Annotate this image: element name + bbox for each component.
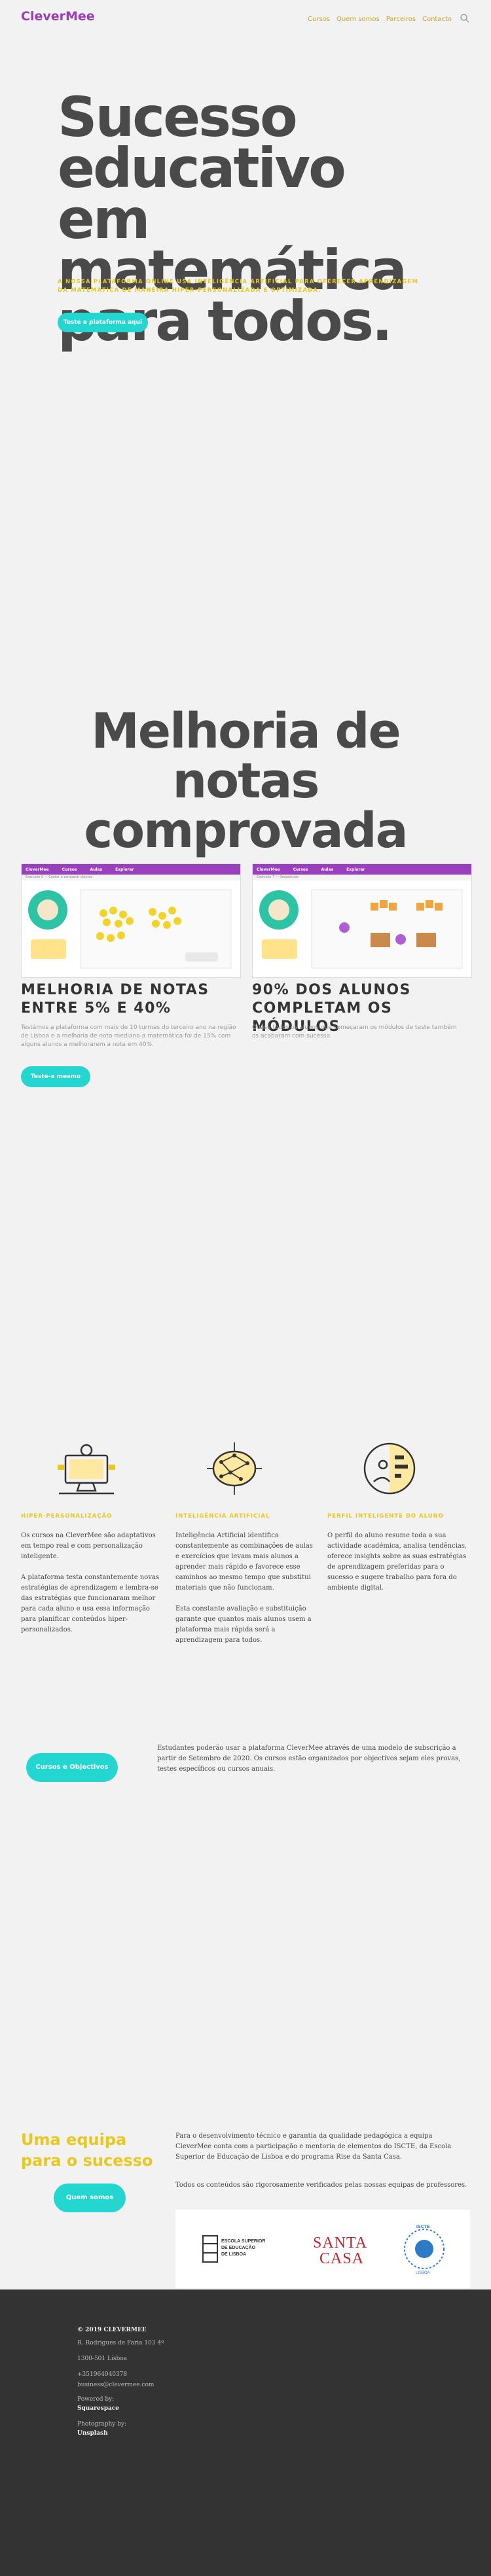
iscte-logo: ISCTE LISBOA	[404, 2225, 445, 2275]
team-title: Uma equipa para o sucesso	[21, 2131, 153, 2170]
screenshot-tab: Explorar	[115, 867, 134, 872]
platform-screenshot-2: CleverMee Cursos Aulas Explorar Exercíci…	[252, 863, 472, 978]
footer-copyright: © 2019 CLEVERMEE	[77, 2327, 147, 2333]
try-platform-button[interactable]: Teste a plataforma aqui	[58, 313, 148, 332]
footer-phone[interactable]: +351964940378	[77, 2371, 127, 2379]
screenshot-crumb: Exercício 7 — Sequências	[253, 875, 471, 880]
partner-logos: ESCOLA SUPERIOR DE EDUCAÇÃO DE LISBOA SA…	[175, 2210, 470, 2288]
screenshot-tab: Explorar	[346, 867, 365, 872]
nav-item-cursos[interactable]: Cursos	[308, 16, 330, 23]
footer-photo-link[interactable]: Unsplash	[77, 2429, 108, 2438]
platform-screenshot-1: CleverMee Cursos Aulas Explorar Exercíci…	[21, 863, 241, 978]
card-title-grades: Melhoria de notas entre 5% e 40%	[21, 982, 209, 1017]
footer-address-line2: 1300-501 Lisboa	[77, 2356, 128, 2362]
screenshot-tab: Cursos	[293, 867, 308, 872]
screenshot-tab: Aulas	[321, 867, 334, 872]
hero-title: Sucesso educativo em matemática para tod…	[58, 85, 407, 353]
team-paragraph: Todos os conteúdos são rigorosamente ver…	[175, 2182, 467, 2189]
feature-text-ai: Inteligência Artificial identifica const…	[175, 1531, 316, 1646]
try-it-button[interactable]: Teste-a mesmo	[21, 1066, 90, 1087]
footer-photo-label: Photography by:	[77, 2421, 127, 2428]
screenshot-app-bar: CleverMee Cursos Aulas Explorar	[253, 864, 471, 875]
eselx-logo-line: DE EDUCAÇÃO	[221, 2244, 256, 2250]
iscte-logo-line: LISBOA	[416, 2271, 430, 2275]
card-text-grades: Testámos a plataforma com mais de 10 tur…	[21, 1024, 236, 1048]
site-footer: © 2019 CLEVERMEE R. Rodrigues de Faria 1…	[0, 2289, 491, 2576]
nav-item-parceiros[interactable]: Parceiros	[386, 16, 416, 23]
screenshot-tab: Cursos	[62, 867, 77, 872]
feature-paragraph: Inteligência Artificial identifica const…	[175, 1532, 313, 1592]
screenshot-app-bar: CleverMee Cursos Aulas Explorar	[22, 864, 240, 875]
eselx-logo-line: DE LISBOA	[221, 2252, 246, 2257]
footer-powered-label: Powered by:	[77, 2396, 115, 2403]
lesson-illustration	[259, 889, 463, 969]
footer-address-line1: R. Rodrigues de Faria 103 4º	[77, 2340, 164, 2346]
footer-email[interactable]: business@clevermee.com	[77, 2381, 154, 2390]
computer-learner-icon	[58, 1444, 115, 1495]
search-icon[interactable]	[460, 13, 470, 24]
santa-casa-logo-line: SANTA	[313, 2235, 367, 2252]
site-header: CleverMee Cursos Quem somos Parceiros Co…	[0, 0, 491, 41]
eselx-logo-line: ESCOLA SUPERIOR	[221, 2239, 265, 2244]
nav-item-contacto[interactable]: Contacto	[422, 16, 452, 23]
lesson-illustration	[28, 889, 232, 969]
team-paragraph: Para o desenvolvimento técnico e garanti…	[175, 2132, 452, 2161]
about-us-button[interactable]: Quem somos	[54, 2184, 126, 2212]
feature-heading-personalization: Hiper-personalização	[21, 1513, 113, 1520]
feature-heading-ai: Inteligência artificial	[175, 1513, 270, 1520]
feature-text-personalization: Os cursos na CleverMee são adaptativos e…	[21, 1531, 165, 1635]
screenshot-tab: Aulas	[90, 867, 103, 872]
feature-paragraph: Os cursos na CleverMee são adaptativos e…	[21, 1532, 156, 1560]
eselx-logo: ESCOLA SUPERIOR DE EDUCAÇÃO DE LISBOA	[202, 2235, 265, 2263]
courses-button[interactable]: Cursos e Objectivos	[26, 1753, 118, 1782]
partner-logos-art: ESCOLA SUPERIOR DE EDUCAÇÃO DE LISBOA SA…	[202, 2225, 445, 2275]
feature-text-profile: O perfil do aluno resume toda a sua acti…	[327, 1531, 468, 1593]
iscte-logo-line: ISCTE	[416, 2225, 430, 2229]
santa-casa-logo: SANTA CASA	[313, 2235, 367, 2267]
footer-powered-link[interactable]: Squarespace	[77, 2405, 119, 2413]
nav-item-quem-somos[interactable]: Quem somos	[336, 16, 380, 23]
courses-text: Estudantes poderão usar a plataforma Cle…	[157, 1745, 461, 1773]
card-text-completion: Quase todos os alunos que começaram os m…	[252, 1024, 457, 1039]
student-profile-icon	[363, 1442, 416, 1495]
main-nav: Cursos Quem somos Parceiros Contacto	[308, 16, 452, 23]
feature-heading-profile: Perfil inteligente do aluno	[327, 1513, 445, 1520]
feature-paragraph: Esta constante avaliação e substituição …	[175, 1605, 312, 1644]
neural-brain-icon	[207, 1442, 262, 1495]
santa-casa-logo-line: CASA	[319, 2250, 364, 2267]
feature-paragraph: A plataforma testa constantemente novas …	[21, 1574, 160, 1633]
results-title: Melhoria de notas comprovada	[84, 703, 408, 859]
screenshot-app-name: CleverMee	[26, 867, 49, 872]
site-logo[interactable]: CleverMee	[21, 9, 95, 24]
screenshot-crumb: Exercício 5 — Contar e comparar objetos	[22, 875, 240, 880]
screenshot-app-name: CleverMee	[257, 867, 280, 872]
feature-paragraph: O perfil do aluno resume toda a sua acti…	[327, 1532, 467, 1592]
hero-subtitle: A nossa plataforma online usa inteligênc…	[58, 279, 419, 294]
